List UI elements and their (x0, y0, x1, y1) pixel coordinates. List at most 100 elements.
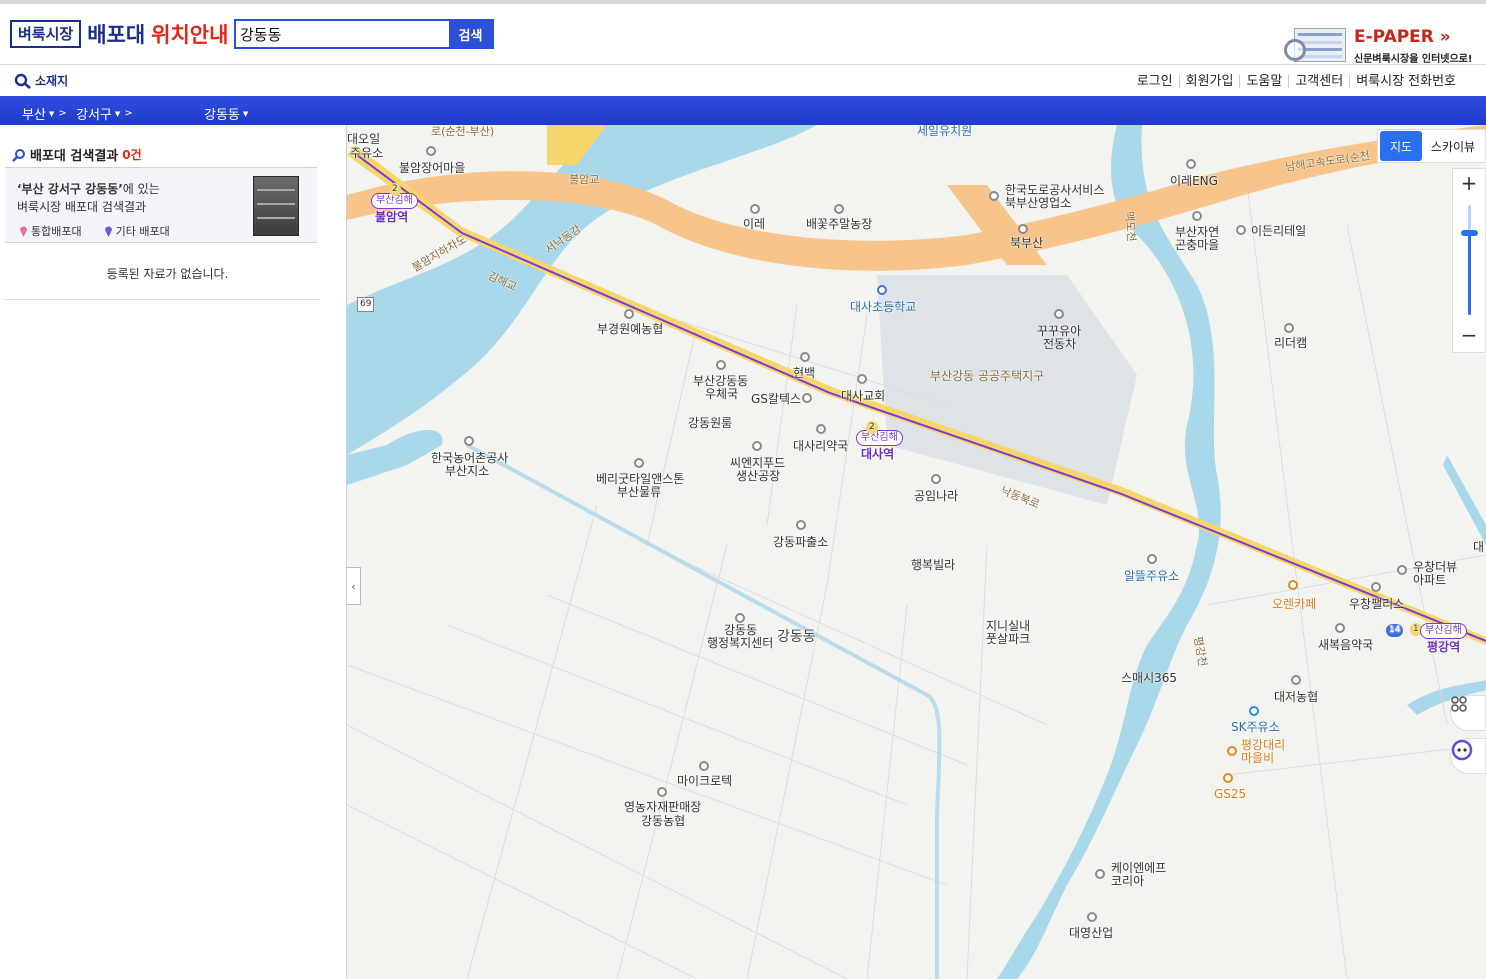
map-label: 주유소 (350, 146, 384, 160)
poi-marker[interactable] (1288, 580, 1298, 590)
poi-marker[interactable] (796, 520, 806, 530)
nav-label: 강서구 (76, 108, 112, 123)
zoom-out-button[interactable]: − (1453, 322, 1485, 352)
poi-marker[interactable] (1236, 225, 1246, 235)
info-quote: ‘부산 강서구 강동동’ (17, 182, 123, 196)
map-type-map-button[interactable]: 지도 (1380, 131, 1422, 161)
map-label: 대저농협 (1274, 690, 1319, 704)
zoom-slider-handle[interactable] (1461, 230, 1478, 236)
location-r-icon (14, 73, 31, 89)
epaper-subtitle: 신문벼룩시장을 인터넷으로! (1354, 54, 1473, 65)
poi-marker[interactable] (735, 613, 745, 623)
info-suffix: 에 있는 (122, 182, 160, 196)
site-logo[interactable]: 벼룩시장 배포대 위치안내 (10, 19, 228, 49)
nav-item-busan[interactable]: 부산 ▼ > (22, 104, 67, 123)
map-label: 오렌카페 (1272, 597, 1317, 611)
sojaeji-link[interactable]: 소재지 (14, 72, 68, 89)
poi-marker[interactable] (877, 285, 887, 295)
legend-other: 기타 배포대 (104, 223, 170, 239)
poi-marker[interactable] (657, 787, 667, 797)
station-badge[interactable]: 부산김해 (1420, 623, 1467, 639)
poi-marker[interactable] (699, 761, 709, 771)
poi-marker[interactable] (989, 191, 999, 201)
map-label: 대 (1473, 540, 1485, 554)
poi-marker[interactable] (716, 360, 726, 370)
poi-marker[interactable] (834, 204, 844, 214)
station-badge[interactable]: 부산김해 (856, 430, 903, 446)
map-label: 코리아 (1111, 874, 1145, 888)
panel-collapse-button[interactable]: ‹ (347, 567, 361, 605)
phone-number-link[interactable]: 벼룩시장 전화번호 (1349, 75, 1462, 88)
epaper-banner[interactable]: E-PAPER » 신문벼룩시장을 인터넷으로! (1284, 26, 1480, 66)
caret-down-icon: ▼ (114, 109, 121, 118)
poi-marker[interactable] (426, 146, 436, 156)
customer-center-link[interactable]: 고객센터 (1288, 75, 1349, 88)
sojaeji-label: 소재지 (35, 74, 69, 88)
caret-down-icon: ▼ (242, 109, 249, 118)
map-label: 이레 (743, 217, 766, 231)
search-button[interactable]: 검색 (449, 21, 492, 47)
poi-marker[interactable] (752, 441, 762, 451)
poi-marker[interactable] (816, 424, 826, 434)
route-badge: 2 (866, 421, 878, 434)
distribution-box-image (253, 176, 299, 236)
poi-marker[interactable] (624, 309, 634, 319)
poi-marker[interactable] (800, 352, 810, 362)
legend-other-label: 기타 배포대 (115, 225, 170, 238)
legend-integrated-label: 통합배포대 (31, 225, 82, 238)
area-label: 강동동 (777, 629, 816, 645)
chevron-right-icon: > (58, 108, 67, 119)
chevron-right-icon: > (124, 108, 133, 119)
legend-integrated: 통합배포대 (19, 223, 82, 239)
nav-item-gangseo[interactable]: 강서구 ▼ > (76, 104, 133, 123)
chevron-left-icon: ‹ (351, 579, 356, 593)
map-label: 부산물류 (617, 485, 662, 499)
poi-marker[interactable] (1018, 224, 1028, 234)
poi-marker[interactable] (1227, 746, 1237, 756)
poi-marker[interactable] (931, 474, 941, 484)
tool-button-face[interactable] (1450, 738, 1486, 774)
legend: 통합배포대 기타 배포대 (19, 223, 192, 239)
top-links: 로그인 회원가입 도움말 고객센터 벼룩시장 전화번호 (1131, 75, 1462, 88)
map-label: 영농자재판매장 (624, 800, 702, 814)
station-label: 불암역 (375, 210, 409, 224)
poi-marker[interactable] (1249, 706, 1259, 716)
map-label: 부산강동 공공주택지구 (930, 369, 1045, 383)
map-canvas[interactable]: ‹ 대오일 주유소 불암장어마을 부산김해 불암역 로(순천-부산) 불암교 서… (347, 125, 1486, 979)
poi-marker[interactable] (802, 393, 812, 403)
poi-marker[interactable] (1192, 211, 1202, 221)
poi-marker[interactable] (1087, 912, 1097, 922)
map-label: 알뜰주유소 (1124, 569, 1180, 583)
poi-marker[interactable] (857, 374, 867, 384)
map-label: 마이크로텍 (677, 774, 733, 788)
poi-marker[interactable] (750, 204, 760, 214)
poi-marker[interactable] (1054, 309, 1064, 319)
map-label: GS칼텍스 (751, 392, 802, 406)
login-link[interactable]: 로그인 (1131, 75, 1179, 88)
poi-marker[interactable] (1223, 773, 1233, 783)
nav-item-gangdong[interactable]: 강동동 ▼ (204, 104, 248, 123)
poi-marker[interactable] (1371, 582, 1381, 592)
map-type-sky-button[interactable]: 스카이뷰 (1422, 131, 1484, 161)
poi-marker[interactable] (1335, 623, 1345, 633)
poi-marker[interactable] (1147, 554, 1157, 564)
poi-marker[interactable] (1291, 675, 1301, 685)
search-input[interactable] (236, 21, 449, 47)
map-label: SK주유소 (1231, 720, 1280, 734)
poi-marker[interactable] (1186, 159, 1196, 169)
help-link[interactable]: 도움말 (1239, 75, 1288, 88)
poi-marker[interactable] (1284, 323, 1294, 333)
signup-link[interactable]: 회원가입 (1178, 75, 1240, 88)
tool-button-grid[interactable] (1450, 695, 1486, 731)
map-label: 공임나라 (914, 489, 959, 503)
road-label: 불암교 (569, 173, 600, 186)
poi-marker[interactable] (1095, 869, 1105, 879)
logo-title-1: 배포대 (87, 23, 146, 47)
poi-marker[interactable] (634, 458, 644, 468)
map-label: 이든리테일 (1251, 224, 1307, 238)
map-label: 강동원룸 (688, 416, 733, 430)
divider (5, 299, 320, 300)
poi-marker[interactable] (464, 436, 474, 446)
zoom-in-button[interactable]: + (1453, 169, 1485, 199)
poi-marker[interactable] (1397, 565, 1407, 575)
